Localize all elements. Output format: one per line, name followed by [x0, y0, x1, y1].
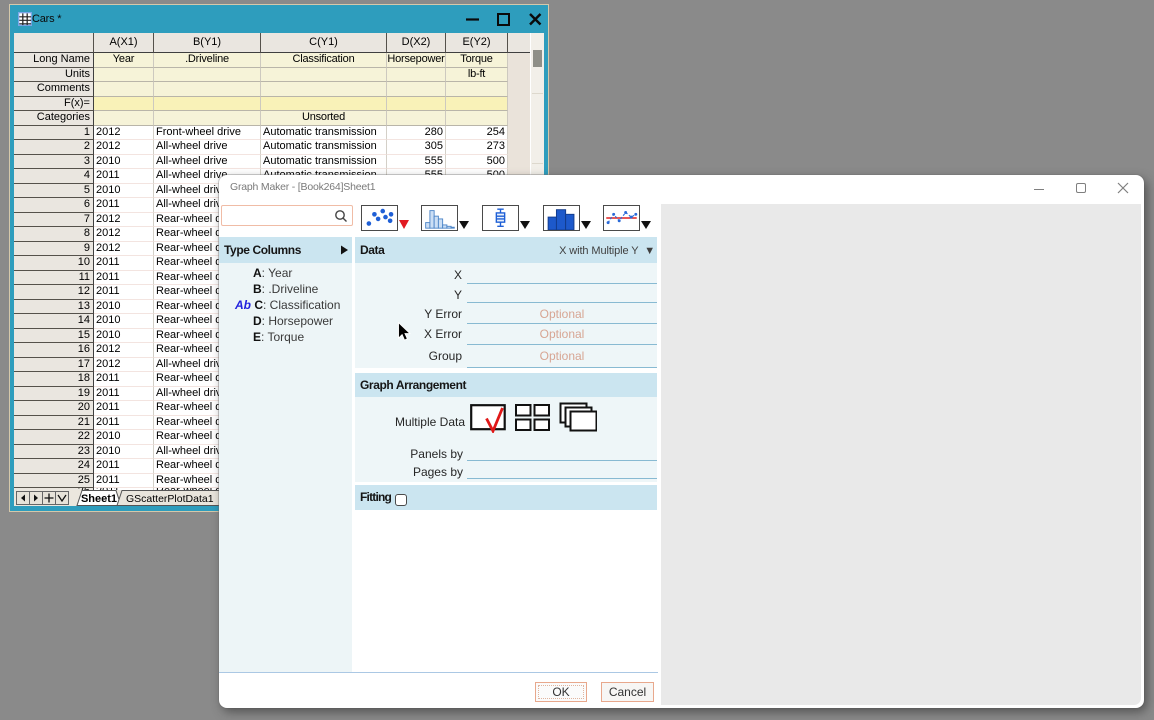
svg-text:Sheet1: Sheet1 [81, 493, 117, 505]
svg-text:GScatterPlotData1: GScatterPlotData1 [126, 493, 214, 505]
